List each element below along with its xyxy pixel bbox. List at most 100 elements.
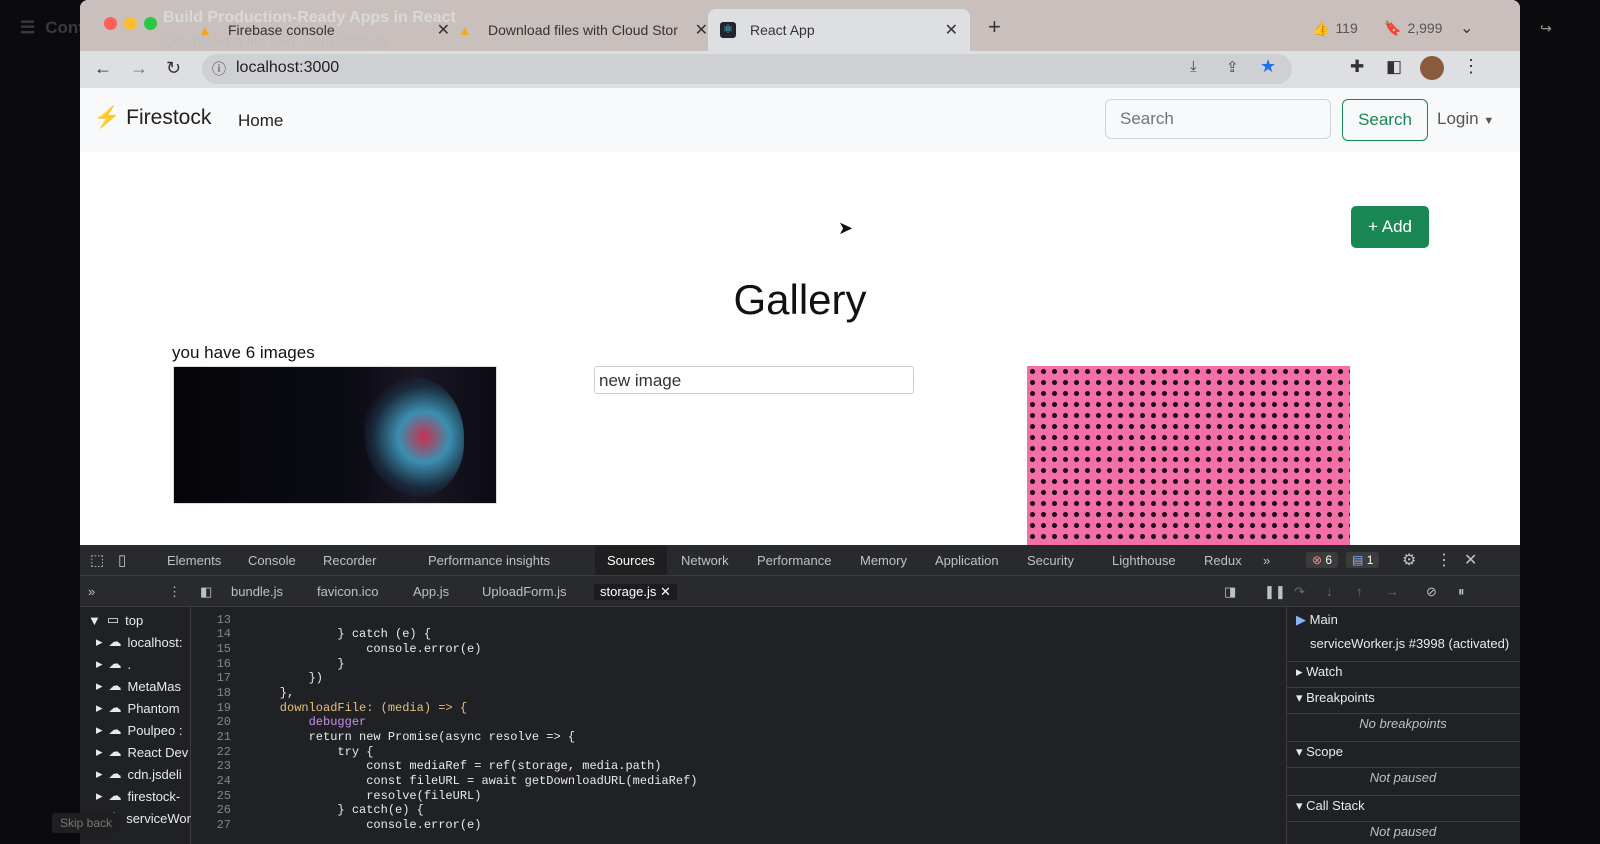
toggle-debugger-icon[interactable]: ◨ xyxy=(1224,584,1236,600)
reload-icon[interactable]: ↻ xyxy=(166,58,181,79)
section-breakpoints[interactable]: ▾ Breakpoints xyxy=(1286,690,1520,714)
error-icon: ⊗ xyxy=(1312,553,1323,567)
share-icon[interactable]: ⇪ xyxy=(1226,58,1239,76)
add-button[interactable]: + Add xyxy=(1351,206,1429,248)
file-tab-app[interactable]: App.js xyxy=(413,584,449,599)
address-bar[interactable] xyxy=(202,54,1292,84)
tree-item[interactable]: ▸ ☁ firestock- xyxy=(96,788,180,804)
tab-sources[interactable]: Sources xyxy=(595,546,667,575)
tree-item[interactable]: ▸ ☁ MetaMas xyxy=(96,678,181,694)
bookmark-count[interactable]: 🔖 2,999 xyxy=(1384,20,1442,37)
tab-application[interactable]: Application xyxy=(935,553,999,568)
close-window-button[interactable] xyxy=(104,17,117,30)
login-dropdown[interactable]: Login ▼ xyxy=(1437,109,1494,129)
nav-home-link[interactable]: Home xyxy=(238,111,283,131)
tree-item[interactable]: ▸ ☁ Poulpeo : xyxy=(96,722,182,738)
message-badge[interactable]: ▤ 1 xyxy=(1346,552,1380,568)
info-icon[interactable]: ⓘ xyxy=(212,59,226,79)
install-icon[interactable]: ⤓ xyxy=(1190,58,1197,75)
url-text[interactable]: localhost:3000 xyxy=(236,59,339,77)
share-arrow-icon[interactable]: ↪ xyxy=(1540,20,1552,37)
navigator-toggle-icon[interactable]: » xyxy=(88,584,95,599)
file-tab-favicon[interactable]: favicon.ico xyxy=(317,584,378,599)
search-button[interactable]: Search xyxy=(1342,99,1428,141)
bookmark-icon: 🔖 xyxy=(1384,20,1402,36)
pause-on-exceptions-icon[interactable]: ⏸ xyxy=(1458,584,1465,600)
like-count[interactable]: 👍 119 xyxy=(1312,20,1358,37)
side-panel-icon[interactable]: ◧ xyxy=(1386,57,1402,77)
tab-search-chevron-icon[interactable]: ⌄ xyxy=(1460,18,1473,38)
tree-item[interactable]: ▸ ☁ React Dev xyxy=(96,744,188,760)
devtools-menu-icon[interactable]: ⋮ xyxy=(1436,550,1452,570)
tab-performance-insights[interactable]: Performance insights xyxy=(428,553,550,568)
minimize-window-button[interactable] xyxy=(124,17,137,30)
deactivate-breakpoints-icon[interactable]: ⊘ xyxy=(1426,584,1437,600)
gallery-image-2-broken[interactable]: new image xyxy=(594,366,914,394)
tab-label: React App xyxy=(750,22,815,38)
code-line: const fileURL = await getDownloadURL(med… xyxy=(251,774,698,788)
line-number: 14 xyxy=(216,627,231,641)
section-scope[interactable]: ▾ Scope xyxy=(1286,744,1520,768)
device-toggle-icon[interactable]: ▯ xyxy=(118,551,126,569)
tab-network[interactable]: Network xyxy=(681,553,729,568)
section-call-stack[interactable]: ▾ Call Stack xyxy=(1286,798,1520,822)
close-devtools-icon[interactable]: ✕ xyxy=(1464,550,1477,570)
tab-performance[interactable]: Performance xyxy=(757,553,831,568)
tab-download-files[interactable]: ▲ Download files with Cloud Stor ✕ xyxy=(458,9,708,51)
step-out-icon[interactable]: ↑ xyxy=(1356,584,1363,599)
line-number: 18 xyxy=(216,686,231,700)
close-tab-icon[interactable]: ✕ xyxy=(695,20,708,40)
tab-react-app[interactable]: ⚛ React App ✕ xyxy=(708,9,970,51)
forward-icon[interactable]: → xyxy=(130,58,148,79)
tree-item[interactable]: ▸ ☁ localhost: xyxy=(96,634,182,650)
tree-item[interactable]: ▸ ☁ cdn.jsdeli xyxy=(96,766,182,782)
tree-item[interactable]: ▸ ☁. xyxy=(96,656,131,672)
inspect-icon[interactable]: ⬚ xyxy=(90,551,104,569)
settings-gear-icon[interactable]: ⚙ xyxy=(1402,550,1416,570)
close-tab-icon[interactable]: ✕ xyxy=(945,20,958,40)
zoom-window-button[interactable] xyxy=(144,17,157,30)
thumbs-up-icon: 👍 xyxy=(1312,20,1330,36)
navigator-menu-icon[interactable]: ⋮ xyxy=(168,584,181,600)
more-tabs-icon[interactable]: » xyxy=(1263,553,1270,568)
tab-security[interactable]: Security xyxy=(1027,553,1074,568)
error-badge[interactable]: ⊗ 6 xyxy=(1306,552,1339,568)
brand[interactable]: ⚡ Firestock xyxy=(94,106,211,130)
tab-redux[interactable]: Redux xyxy=(1204,553,1242,568)
pause-icon[interactable]: ❚❚ xyxy=(1264,584,1286,600)
close-file-icon[interactable]: ✕ xyxy=(660,584,671,599)
tab-elements[interactable]: Elements xyxy=(167,553,221,568)
tab-lighthouse[interactable]: Lighthouse xyxy=(1112,553,1176,568)
step-into-icon[interactable]: ↓ xyxy=(1326,584,1333,599)
code-editor[interactable]: 13 14 } catch (e) { 15 console.error(e) … xyxy=(191,607,1286,844)
skip-back-button[interactable]: Skip back xyxy=(52,813,121,833)
image-count: you have 6 images xyxy=(172,343,315,362)
gallery-image-3[interactable] xyxy=(1027,366,1350,546)
file-tab-storage[interactable]: storage.js ✕ xyxy=(594,584,677,600)
new-tab-icon[interactable]: + xyxy=(988,14,1001,40)
menu-icon[interactable]: ⋮ xyxy=(1462,56,1480,77)
section-watch[interactable]: ▸ Watch xyxy=(1286,664,1520,688)
extensions-icon[interactable]: ✚ xyxy=(1350,57,1364,77)
section-label: Breakpoints xyxy=(1306,690,1375,705)
step-icon[interactable]: → xyxy=(1386,584,1399,599)
file-tab-uploadform[interactable]: UploadForm.js xyxy=(482,584,567,599)
list-icon: ☰ xyxy=(20,18,36,37)
tab-console[interactable]: Console xyxy=(248,553,296,568)
tree-item[interactable]: ▸ ☁ Phantom xyxy=(96,700,180,716)
thread-main[interactable]: ▶ Main xyxy=(1286,612,1520,634)
star-icon[interactable]: ★ xyxy=(1260,56,1276,77)
tab-recorder[interactable]: Recorder xyxy=(323,553,376,568)
tab-memory[interactable]: Memory xyxy=(860,553,907,568)
gallery-image-1[interactable] xyxy=(173,366,497,504)
avatar[interactable] xyxy=(1420,56,1444,80)
thread-worker[interactable]: serviceWorker.js #3998 (activated) xyxy=(1286,636,1520,662)
step-over-icon[interactable]: ↷ xyxy=(1294,584,1305,600)
toggle-sidebar-icon[interactable]: ◧ xyxy=(200,584,212,600)
search-input[interactable]: Search xyxy=(1105,99,1331,139)
file-tab-bundle[interactable]: bundle.js xyxy=(231,584,283,599)
back-icon[interactable]: ← xyxy=(94,58,112,79)
section-label: Watch xyxy=(1306,664,1343,679)
tree-item-top[interactable]: ▼ ▭ top xyxy=(88,612,143,628)
code-line: console.error(e) xyxy=(251,818,482,832)
